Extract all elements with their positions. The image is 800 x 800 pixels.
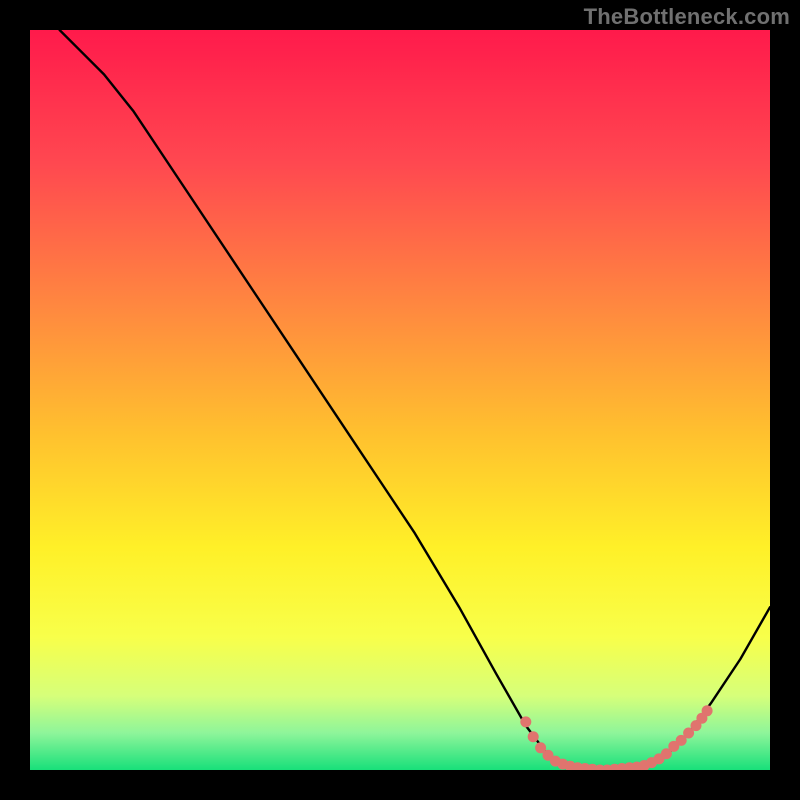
plot-area [30,30,770,770]
chart-frame: TheBottleneck.com [0,0,800,800]
data-marker [520,716,531,727]
data-marker [528,731,539,742]
gradient-background [30,30,770,770]
attribution-text: TheBottleneck.com [584,4,790,30]
data-marker [702,705,713,716]
chart-svg [30,30,770,770]
